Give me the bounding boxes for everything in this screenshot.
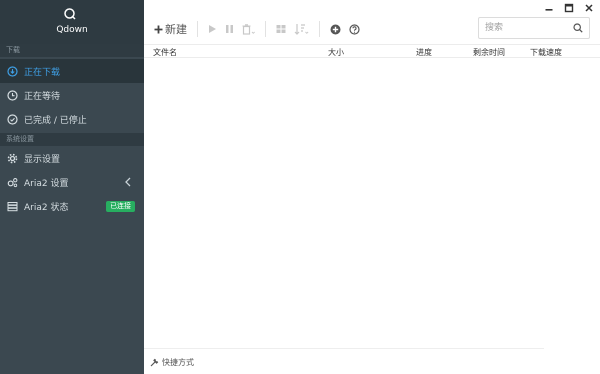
sidebar-item-waiting[interactable]: 正在等待 — [0, 83, 144, 107]
download-circle-icon — [7, 65, 18, 77]
sidebar-item-completed[interactable]: 已完成 / 已停止 — [0, 107, 144, 131]
minimize-icon — [545, 9, 553, 11]
app-brand: Qdown — [0, 0, 144, 44]
start-button[interactable] — [204, 19, 221, 39]
column-filename[interactable]: 文件名 — [153, 47, 177, 58]
gear-icon — [7, 153, 18, 164]
play-icon — [209, 25, 216, 33]
footer: 快捷方式 — [144, 348, 544, 374]
maximize-button[interactable] — [564, 3, 574, 13]
sidebar-item-display-settings[interactable]: 显示设置 — [0, 146, 144, 170]
sidebar-item-label: 正在下载 — [24, 67, 61, 78]
sidebar-item-label: Aria2 设置 — [24, 178, 69, 189]
section-system-header: 系统设置 — [0, 133, 144, 146]
column-download-speed[interactable]: 下载速度 — [530, 47, 562, 58]
shortcut-label: 快捷方式 — [162, 358, 194, 367]
toolbar-divider — [319, 21, 320, 37]
search-box — [478, 17, 590, 39]
plus-circle-icon — [330, 24, 341, 34]
section-download-header: 下载 — [0, 44, 144, 57]
search-input[interactable] — [479, 18, 569, 38]
main-panel: 新建 文件名 大小 进度 剩余时间 — [144, 0, 600, 374]
column-size[interactable]: 大小 — [328, 47, 344, 58]
status-badge: 已连接 — [106, 201, 135, 212]
toolbar-divider — [197, 21, 198, 37]
sidebar: Qdown 下载 正在下载 正在等待 已完成 / 已停止 系统设置 显示设置 A… — [0, 0, 144, 374]
column-remaining-time[interactable]: 剩余时间 — [473, 47, 505, 58]
sidebar-item-aria2-status[interactable]: Aria2 状态 已连接 — [0, 194, 144, 218]
help-button[interactable] — [345, 19, 364, 39]
view-toggle-button[interactable] — [272, 19, 290, 39]
shortcut-button[interactable]: 快捷方式 — [150, 357, 194, 368]
plus-icon — [154, 25, 163, 33]
wrench-icon — [150, 358, 159, 367]
check-circle-icon — [7, 113, 18, 125]
trash-icon — [242, 23, 255, 35]
maximize-icon — [564, 3, 574, 13]
sidebar-item-label: 显示设置 — [24, 154, 61, 165]
table-header: 文件名 大小 进度 剩余时间 下载速度 — [144, 44, 600, 58]
pause-icon — [226, 25, 233, 33]
minimize-button[interactable] — [544, 3, 554, 13]
new-task-button[interactable]: 新建 — [150, 19, 191, 39]
new-task-label: 新建 — [165, 23, 187, 36]
pause-button[interactable] — [221, 19, 238, 39]
sort-icon — [294, 24, 309, 35]
toolbar: 新建 — [150, 18, 364, 40]
close-icon — [585, 4, 593, 12]
gears-icon — [7, 177, 18, 188]
window-controls — [544, 2, 594, 14]
help-icon — [349, 23, 360, 35]
sidebar-item-downloading[interactable]: 正在下载 — [0, 59, 144, 83]
sidebar-item-label: 正在等待 — [24, 91, 61, 102]
sidebar-item-aria2-settings[interactable]: Aria2 设置 — [0, 170, 144, 194]
app-logo-icon — [64, 8, 76, 20]
close-button[interactable] — [584, 3, 594, 13]
sidebar-item-label: 已完成 / 已停止 — [24, 115, 87, 126]
sort-button[interactable] — [290, 19, 313, 39]
toolbar-divider — [265, 21, 266, 37]
chevron-left-icon[interactable] — [124, 177, 132, 187]
add-circle-button[interactable] — [326, 19, 345, 39]
search-icon[interactable] — [573, 23, 583, 33]
app-name: Qdown — [56, 25, 88, 35]
grid-icon — [276, 25, 286, 33]
delete-button[interactable] — [238, 19, 259, 39]
column-progress[interactable]: 进度 — [416, 47, 432, 58]
server-icon — [7, 201, 18, 212]
clock-icon — [7, 89, 18, 101]
sidebar-item-label: Aria2 状态 — [24, 202, 69, 213]
